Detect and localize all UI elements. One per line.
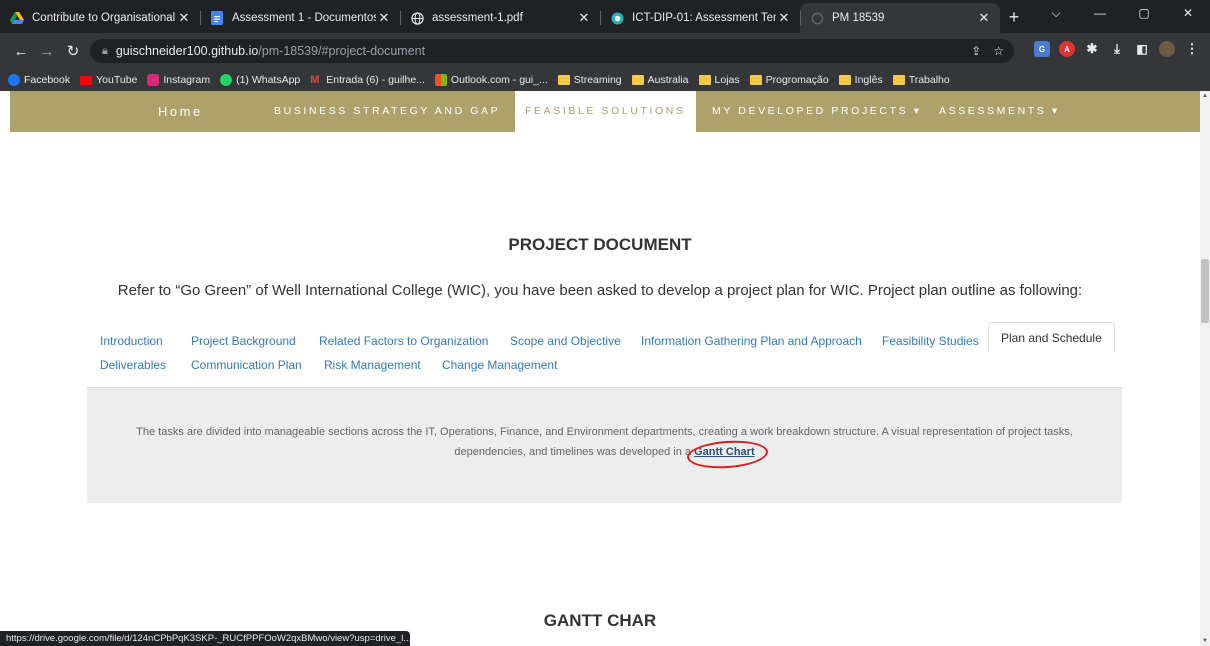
section-title: PROJECT DOCUMENT <box>508 235 692 254</box>
close-tab-icon[interactable]: ✕ <box>376 10 392 26</box>
bookmark-outlook[interactable]: Outlook.com - gui_... <box>434 74 548 86</box>
bookmarks-bar: Facebook YouTube Instagram (1) WhatsApp … <box>0 69 1210 91</box>
nav-feasible-solutions[interactable]: FEASIBLE SOLUTIONS <box>515 91 696 132</box>
tab-communication-plan[interactable]: Communication Plan <box>191 350 302 380</box>
bookmark-folder-ingles[interactable]: Inglês <box>838 74 883 86</box>
folder-icon <box>631 75 644 85</box>
instagram-icon <box>147 74 160 86</box>
reload-icon[interactable]: ↻ <box>60 42 86 60</box>
tab-information-gathering[interactable]: Information Gathering Plan and Approach <box>641 326 862 356</box>
bookmark-youtube[interactable]: YouTube <box>80 74 137 86</box>
loading-icon <box>810 11 824 25</box>
tab-title: ICT-DIP-01: Assessment Templat <box>632 12 776 24</box>
gantt-section-title: GANTT CHAR <box>543 611 657 630</box>
nav-home[interactable]: Home <box>158 91 203 132</box>
globe-icon <box>410 11 424 25</box>
folder-icon <box>557 75 570 85</box>
bookmark-folder-trabalho[interactable]: Trabalho <box>892 74 950 86</box>
google-drive-icon <box>10 11 24 25</box>
moodle-icon <box>610 11 624 25</box>
bookmark-whatsapp[interactable]: (1) WhatsApp <box>220 74 300 86</box>
tab-title: Contribute to Organisational Pri <box>32 12 176 24</box>
tab-deliverables[interactable]: Deliverables <box>100 350 166 380</box>
address-toolbar: ← → ↻ 🔒︎ guischneider100.github.io/pm-18… <box>0 33 1210 69</box>
tab-title: assessment-1.pdf <box>432 12 523 24</box>
side-panel-icon[interactable]: ◧ <box>1134 41 1150 57</box>
scroll-down-icon[interactable]: ▼ <box>1200 638 1210 644</box>
folder-icon <box>698 75 711 85</box>
whatsapp-icon <box>220 74 233 86</box>
extensions-puzzle-icon[interactable]: ✱ <box>1084 41 1100 57</box>
page-scrollbar[interactable]: ▲ ▼ <box>1200 91 1210 646</box>
google-docs-icon <box>210 11 224 25</box>
gantt-chart-link[interactable]: Gantt Chart <box>686 438 769 471</box>
close-tab-icon[interactable]: ✕ <box>176 10 192 26</box>
minimize-icon[interactable]: — <box>1078 0 1122 30</box>
status-bar-url: https://drive.google.com/file/d/124nCPbP… <box>0 631 410 646</box>
bookmark-folder-australia[interactable]: Australia <box>631 74 689 86</box>
tab-plan-and-schedule[interactable]: Plan and Schedule <box>988 322 1115 353</box>
facebook-icon <box>8 74 20 86</box>
scrollbar-thumb[interactable] <box>1201 259 1209 323</box>
tab-risk-management[interactable]: Risk Management <box>324 350 421 380</box>
tab-title: Assessment 1 - Documentos Go <box>232 12 376 24</box>
translate-extension-icon[interactable]: G <box>1034 41 1050 57</box>
url-host: guischneider100.github.io <box>115 44 259 58</box>
close-window-icon[interactable]: ✕ <box>1166 0 1210 30</box>
close-tab-icon[interactable]: ✕ <box>576 10 592 26</box>
tab-feasibility-studies[interactable]: Feasibility Studies <box>882 326 979 356</box>
gmail-icon: M <box>310 74 320 86</box>
share-icon[interactable]: ⇪ <box>971 44 981 58</box>
window-controls: ⌵ — ▢ ✕ <box>1034 0 1210 30</box>
bookmark-gmail[interactable]: M Entrada (6) - guilhe... <box>310 74 425 86</box>
page-viewport: Home BUSINESS STRATEGY AND GAP FEASIBLE … <box>0 91 1200 646</box>
folder-icon <box>892 75 905 85</box>
forward-icon[interactable]: → <box>34 43 60 60</box>
bookmark-folder-lojas[interactable]: Lojas <box>698 74 740 86</box>
extension-icons: G A ✱ ⤓ ◧ ⋮ <box>1034 41 1200 57</box>
new-tab-button[interactable]: + <box>1000 3 1028 33</box>
close-tab-icon[interactable]: ✕ <box>776 10 792 26</box>
browser-tab[interactable]: Contribute to Organisational Pri ✕ <box>0 3 200 33</box>
bookmark-folder-progromacao[interactable]: Progromação <box>749 74 829 86</box>
nav-my-developed-projects[interactable]: MY DEVELOPED PROJECTS ▾ <box>712 91 922 132</box>
section-intro: Refer to “Go Green” of Well Internationa… <box>117 282 1083 299</box>
url-path: /pm-18539/#project-document <box>258 44 426 58</box>
menu-kebab-icon[interactable]: ⋮ <box>1184 41 1200 57</box>
bookmark-instagram[interactable]: Instagram <box>147 74 210 86</box>
browser-tab[interactable]: Assessment 1 - Documentos Go ✕ <box>200 3 400 33</box>
site-navbar: Home BUSINESS STRATEGY AND GAP FEASIBLE … <box>10 91 1200 132</box>
restore-icon[interactable]: ▢ <box>1122 0 1166 30</box>
lock-icon[interactable]: 🔒︎ <box>102 45 108 58</box>
browser-tab-active[interactable]: PM 18539 ✕ <box>800 3 1000 33</box>
bookmark-star-icon[interactable]: ☆ <box>993 44 1004 58</box>
browser-tab-strip: Contribute to Organisational Pri ✕ Asses… <box>0 0 1210 33</box>
bookmark-facebook[interactable]: Facebook <box>8 74 70 86</box>
nav-business-strategy[interactable]: BUSINESS STRATEGY AND GAP <box>274 91 500 132</box>
bookmark-folder-streaming[interactable]: Streaming <box>557 74 622 86</box>
back-icon[interactable]: ← <box>8 43 34 60</box>
folder-icon <box>838 75 851 85</box>
microsoft-icon <box>434 74 447 86</box>
panel-text: The tasks are divided into manageable se… <box>136 426 1073 458</box>
youtube-icon <box>80 75 93 85</box>
download-icon[interactable]: ⤓ <box>1109 41 1125 57</box>
tab-change-management[interactable]: Change Management <box>442 350 557 380</box>
tab-search-icon[interactable]: ⌵ <box>1034 0 1078 30</box>
tab-content-panel: The tasks are divided into manageable se… <box>87 388 1122 503</box>
tab-title: PM 18539 <box>832 12 885 24</box>
profile-avatar[interactable] <box>1159 41 1175 57</box>
browser-tab[interactable]: ICT-DIP-01: Assessment Templat ✕ <box>600 3 800 33</box>
folder-icon <box>749 75 762 85</box>
close-tab-icon[interactable]: ✕ <box>976 10 992 26</box>
scroll-up-icon[interactable]: ▲ <box>1200 93 1210 99</box>
adblock-extension-icon[interactable]: A <box>1059 41 1075 57</box>
nav-assessments[interactable]: ASSESSMENTS ▾ <box>939 91 1060 132</box>
browser-tab[interactable]: assessment-1.pdf ✕ <box>400 3 600 33</box>
address-bar[interactable]: 🔒︎ guischneider100.github.io/pm-18539/#p… <box>90 39 1014 63</box>
